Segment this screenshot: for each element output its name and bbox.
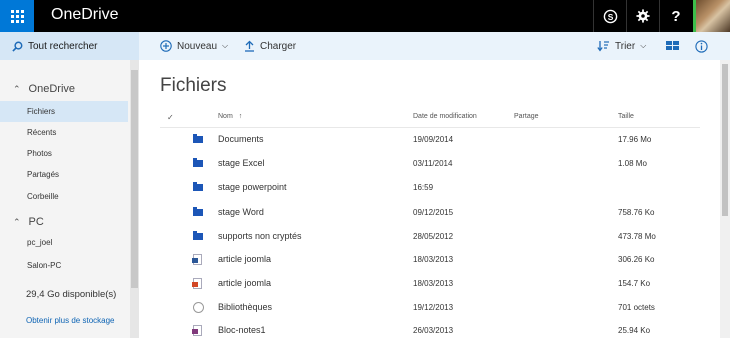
- info-button[interactable]: [695, 32, 708, 60]
- file-row[interactable]: article joomla 18/03/2013 306.26 Ko: [160, 249, 700, 272]
- file-size: 1.08 Mo: [618, 159, 647, 168]
- file-size: 25.94 Ko: [618, 326, 651, 335]
- file-size: 758.76 Ko: [618, 208, 655, 217]
- file-name[interactable]: stage Word: [218, 207, 264, 217]
- globe-icon: [193, 302, 204, 315]
- file-name[interactable]: supports non cryptés: [218, 231, 302, 241]
- file-name[interactable]: Bibliothèques: [218, 302, 272, 312]
- file-modified: 16:59: [413, 183, 434, 192]
- file-name[interactable]: stage powerpoint: [218, 182, 287, 192]
- file-modified: 18/03/2013: [413, 255, 454, 264]
- file-name[interactable]: article joomla: [218, 278, 271, 288]
- file-row[interactable]: supports non cryptés 28/05/2012 473.78 M…: [160, 226, 700, 249]
- sidebar-pc-label: PC: [28, 216, 44, 228]
- storage-available: 29,4 Go disponible(s): [26, 289, 117, 300]
- file-name[interactable]: Bloc-notes1: [218, 325, 266, 335]
- info-icon: [695, 39, 708, 53]
- folder-icon: [193, 134, 203, 143]
- sidebar-item-pc-joel[interactable]: pc_joel: [0, 232, 128, 253]
- folder-icon: [193, 158, 203, 167]
- file-name[interactable]: stage Excel: [218, 158, 265, 168]
- sidebar-item-photos[interactable]: Photos: [0, 143, 128, 164]
- header-divider: [160, 127, 700, 128]
- file-row[interactable]: stage Excel 03/11/2014 1.08 Mo: [160, 153, 700, 176]
- new-label: Nouveau: [177, 40, 218, 52]
- help-button[interactable]: ?: [660, 0, 692, 32]
- sort-label: Trier: [615, 40, 636, 52]
- chevron-down-icon: ⌵: [640, 41, 647, 50]
- onenote-doc-icon: [192, 325, 202, 338]
- file-size: 306.26 Ko: [618, 255, 655, 264]
- column-header-sharing[interactable]: Partage: [514, 113, 539, 120]
- file-modified: 19/12/2013: [413, 303, 454, 312]
- file-row[interactable]: stage powerpoint 16:59: [160, 177, 700, 200]
- file-size: 701 octets: [618, 303, 655, 312]
- column-header-modified[interactable]: Date de modification: [413, 113, 477, 120]
- app-title[interactable]: OneDrive: [51, 6, 119, 24]
- file-row[interactable]: stage Word 09/12/2015 758.76 Ko: [160, 202, 700, 225]
- file-row[interactable]: article joomla 18/03/2013 154.7 Ko: [160, 273, 700, 296]
- folder-icon: [193, 182, 203, 191]
- upload-button[interactable]: Charger: [244, 32, 296, 60]
- sort-icon: [597, 41, 609, 52]
- word-doc-icon: [192, 254, 202, 267]
- chevron-up-icon: ⌃: [13, 217, 21, 227]
- view-toggle-button[interactable]: [666, 32, 679, 60]
- folder-icon: [193, 207, 203, 216]
- sidebar-item-corbeille[interactable]: Corbeille: [0, 186, 128, 207]
- svg-text:S: S: [607, 11, 613, 21]
- skype-button[interactable]: S: [594, 0, 626, 32]
- file-name[interactable]: article joomla: [218, 254, 271, 264]
- file-size: 473.78 Mo: [618, 232, 656, 241]
- file-modified: 18/03/2013: [413, 279, 454, 288]
- chevron-up-icon: ⌃: [13, 84, 21, 94]
- plus-circle-icon: [160, 40, 172, 52]
- skype-icon: S: [603, 9, 617, 23]
- app-launcher-button[interactable]: [0, 0, 34, 32]
- sidebar-onedrive-header[interactable]: ⌃ OneDrive: [13, 83, 75, 95]
- folder-icon: [193, 231, 203, 240]
- file-size: 154.7 Ko: [618, 279, 651, 288]
- sidebar-pc-header[interactable]: ⌃ PC: [13, 216, 44, 228]
- search-all-button[interactable]: Tout rechercher: [0, 32, 139, 60]
- help-icon: ?: [671, 7, 681, 25]
- file-row[interactable]: Documents 19/09/2014 17.96 Mo: [160, 129, 700, 152]
- waffle-icon: [10, 9, 24, 23]
- avatar[interactable]: [693, 0, 730, 32]
- file-name[interactable]: Documents: [218, 134, 264, 144]
- tiles-view-icon: [666, 41, 679, 50]
- column-name-label: Nom: [218, 113, 233, 120]
- search-icon: [12, 41, 23, 52]
- page-title: Fichiers: [160, 75, 227, 96]
- upload-icon: [245, 40, 254, 52]
- sidebar-scrollbar-thumb[interactable]: [131, 70, 138, 288]
- sidebar-onedrive-label: OneDrive: [28, 83, 76, 95]
- file-modified: 03/11/2014: [413, 159, 453, 168]
- main-scrollbar-thumb[interactable]: [722, 64, 728, 216]
- column-header-name[interactable]: Nom ↑: [218, 113, 242, 120]
- sidebar-item-partages[interactable]: Partagés: [0, 164, 128, 185]
- search-label: Tout rechercher: [28, 40, 98, 52]
- get-more-storage-link[interactable]: Obtenir plus de stockage: [26, 316, 126, 326]
- chevron-down-icon: ⌵: [222, 41, 229, 50]
- sidebar-item-fichiers[interactable]: Fichiers: [0, 101, 128, 122]
- file-modified: 26/03/2013: [413, 326, 454, 335]
- file-modified: 28/05/2012: [413, 232, 454, 241]
- file-row[interactable]: Bibliothèques 19/12/2013 701 octets: [160, 297, 700, 320]
- sort-button[interactable]: Trier ⌵: [597, 32, 646, 60]
- gear-icon: [636, 9, 650, 23]
- upload-label: Charger: [260, 40, 297, 52]
- settings-button[interactable]: [627, 0, 659, 32]
- sort-ascending-icon: ↑: [238, 113, 243, 120]
- file-row[interactable]: Bloc-notes1 26/03/2013 25.94 Ko: [160, 320, 700, 343]
- pdf-doc-icon: [192, 278, 202, 291]
- file-modified: 19/09/2014: [413, 135, 454, 144]
- file-modified: 09/12/2015: [413, 208, 454, 217]
- sidebar-item-recents[interactable]: Récents: [0, 122, 128, 143]
- sidebar-item-salon-pc[interactable]: Salon-PC: [0, 255, 128, 276]
- new-button[interactable]: Nouveau ⌵: [160, 32, 228, 60]
- file-size: 17.96 Mo: [618, 135, 652, 144]
- select-all-checkbox[interactable]: ✓: [167, 113, 174, 122]
- column-header-size[interactable]: Taille: [618, 113, 634, 120]
